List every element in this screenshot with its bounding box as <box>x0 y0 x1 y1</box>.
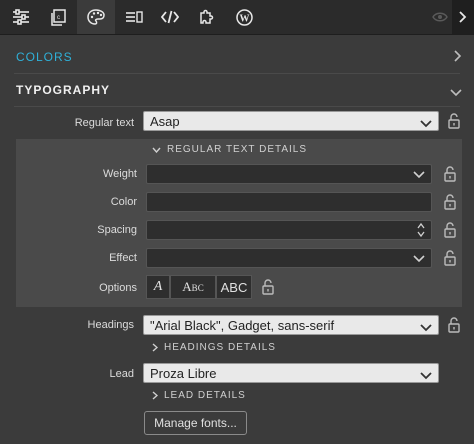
spacing-stepper[interactable] <box>146 220 432 240</box>
code-icon[interactable] <box>152 0 188 34</box>
headings-font-select[interactable]: "Arial Black", Gadget, sans-serif <box>143 315 439 335</box>
chevron-down-icon <box>413 168 425 182</box>
chevron-down-icon <box>420 116 432 131</box>
lock-open-icon[interactable] <box>444 250 456 269</box>
weight-label: Weight <box>102 168 137 180</box>
puzzle-icon[interactable] <box>189 0 225 34</box>
lock-open-icon[interactable] <box>444 194 456 213</box>
chevron-right-icon <box>152 343 158 352</box>
sliders-icon[interactable] <box>3 0 39 34</box>
chevron-down-icon <box>450 86 462 100</box>
lead-font-select[interactable]: Proza Libre <box>143 363 439 383</box>
lead-font-value: Proza Libre <box>150 365 217 381</box>
lock-open-icon[interactable] <box>444 222 456 241</box>
manage-fonts-button[interactable]: Manage fonts... <box>144 411 247 435</box>
lead-details-toggle[interactable]: LEAD DETAILS <box>152 390 246 401</box>
typography-section-title: TYPOGRAPHY <box>16 83 111 97</box>
chevron-down-icon <box>420 320 432 335</box>
color-input[interactable] <box>146 192 432 212</box>
regular-font-select[interactable]: Asap <box>143 111 439 131</box>
regular-text-details-toggle[interactable]: REGULAR TEXT DETAILS <box>152 144 307 155</box>
list-icon[interactable] <box>116 0 152 34</box>
option-uppercase-button[interactable]: ABC <box>216 275 252 299</box>
regular-font-value: Asap <box>150 113 180 129</box>
wordpress-icon[interactable]: W <box>226 0 262 34</box>
weight-select[interactable] <box>146 164 432 184</box>
eye-icon[interactable] <box>430 0 450 34</box>
effect-label: Effect <box>109 252 137 264</box>
palette-icon[interactable] <box>77 0 115 34</box>
lock-open-icon[interactable] <box>448 113 460 132</box>
chevron-right-icon <box>152 391 158 400</box>
chevron-right-icon <box>454 50 462 65</box>
chevron-down-icon <box>413 252 425 266</box>
options-label: Options <box>99 282 137 294</box>
lock-open-icon[interactable] <box>448 317 460 336</box>
headings-label: Headings <box>87 319 134 331</box>
headings-details-label: HEADINGS DETAILS <box>164 342 276 353</box>
svg-text:W: W <box>239 13 249 24</box>
stepper-arrows-icon[interactable] <box>417 222 425 238</box>
spacing-label: Spacing <box>97 224 137 236</box>
color-label: Color <box>110 196 137 208</box>
headings-details-toggle[interactable]: HEADINGS DETAILS <box>152 342 276 353</box>
regular-text-label: Regular text <box>74 117 134 129</box>
typography-section-header[interactable]: TYPOGRAPHY <box>0 73 474 107</box>
lead-details-label: LEAD DETAILS <box>164 390 246 401</box>
option-small-caps-button[interactable]: Abc <box>170 275 216 299</box>
regular-text-details-label: REGULAR TEXT DETAILS <box>167 144 308 155</box>
lock-open-icon[interactable] <box>444 166 456 185</box>
lead-label: Lead <box>109 368 134 380</box>
effect-select[interactable] <box>146 248 432 268</box>
copy-css-icon[interactable]: c <box>40 0 76 34</box>
chevron-down-icon <box>152 147 161 153</box>
lock-open-icon[interactable] <box>262 279 274 298</box>
colors-section-header[interactable]: COLORS <box>0 40 474 74</box>
top-toolbar: c W <box>0 0 474 35</box>
colors-section-title: COLORS <box>16 50 73 64</box>
chevron-down-icon <box>420 368 432 383</box>
chevron-right-icon[interactable] <box>452 0 474 34</box>
headings-font-value: "Arial Black", Gadget, sans-serif <box>150 317 335 333</box>
divider <box>14 106 460 107</box>
svg-text:c: c <box>57 15 60 21</box>
option-italic-button[interactable]: A <box>146 275 170 299</box>
